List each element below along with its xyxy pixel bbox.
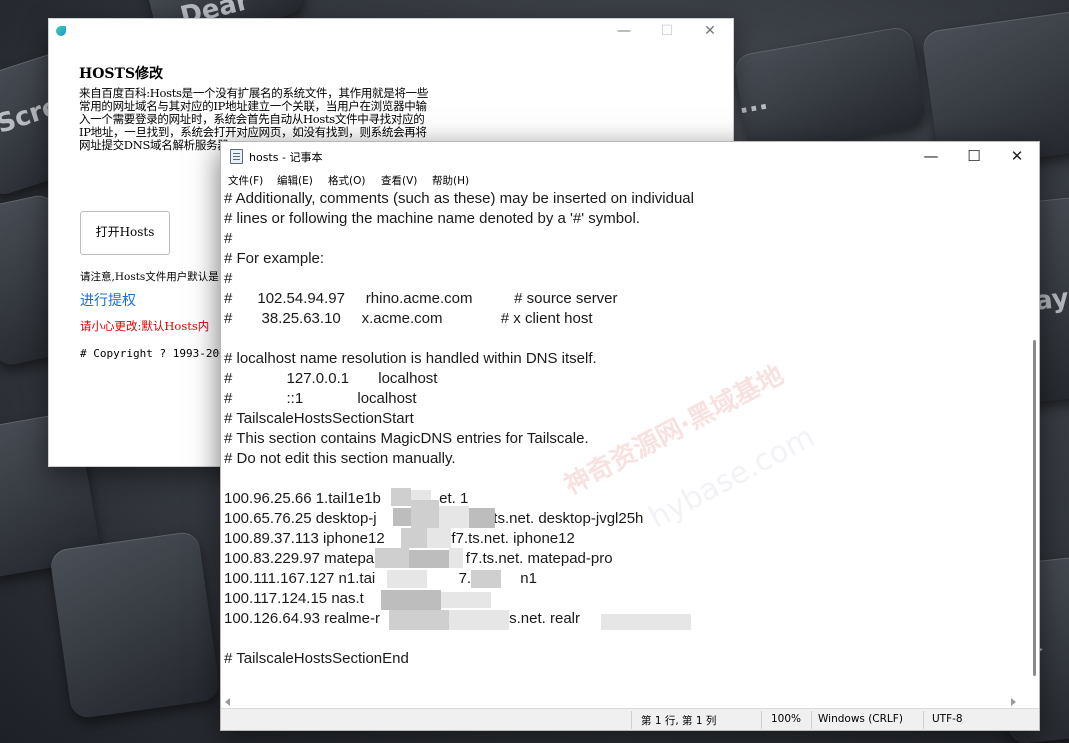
- status-separator: [811, 711, 812, 729]
- text-line: #: [224, 230, 233, 247]
- redaction-mosaic: [601, 614, 691, 630]
- app-logo-icon: [56, 26, 66, 36]
- text-line: # lines or following the machine name de…: [224, 210, 640, 227]
- watermark-text: 神奇资源网·黑域基地: [559, 360, 789, 502]
- scroll-thumb[interactable]: [1033, 340, 1036, 676]
- redaction-mosaic: [427, 528, 451, 548]
- text-line: # 102.54.94.97 rhino.acme.com # source s…: [224, 290, 618, 307]
- redaction-mosaic: [471, 570, 501, 588]
- text-line: # This section contains MagicDNS entries…: [224, 430, 589, 447]
- zoom-level: 100%: [771, 713, 802, 725]
- line-ending: Windows (CRLF): [818, 713, 903, 725]
- scroll-right-icon[interactable]: [1011, 698, 1016, 706]
- menu-view[interactable]: 查看(V): [381, 173, 417, 188]
- warning-text: 请小心更改:默认Hosts内: [80, 319, 210, 333]
- redaction-mosaic: [449, 548, 463, 568]
- text-line: # Additionally, comments (such as these)…: [224, 190, 694, 207]
- notepad-icon: [230, 149, 243, 164]
- app-titlebar[interactable]: — ☐ ✕: [49, 19, 733, 43]
- elevate-permission-link[interactable]: 进行提权: [80, 290, 136, 310]
- key-label: ...: [735, 85, 771, 121]
- text-line: # TailscaleHostsSectionEnd: [224, 650, 409, 667]
- text-line: # ::1 localhost: [224, 390, 417, 407]
- text-line: 100.89.37.113 iphone12 pf7.ts.net. iphon…: [224, 530, 575, 547]
- menu-help[interactable]: 帮助(H): [432, 173, 469, 188]
- redaction-mosaic: [387, 570, 427, 588]
- scroll-left-icon[interactable]: [225, 698, 230, 706]
- minimize-button[interactable]: —: [909, 144, 953, 168]
- status-separator: [631, 711, 632, 729]
- status-bar: 第 1 行, 第 1 列 100% Windows (CRLF) UTF-8: [221, 708, 1039, 730]
- notepad-title: hosts - 记事本: [249, 151, 323, 164]
- permission-notice: 请注意,Hosts文件用户默认是: [80, 271, 219, 283]
- redaction-mosaic: [439, 506, 469, 528]
- menu-format[interactable]: 格式(O): [328, 173, 365, 188]
- text-line: # 38.25.63.10 x.acme.com # x client host: [224, 310, 593, 327]
- maximize-button[interactable]: ☐: [952, 144, 996, 168]
- text-line: # localhost name resolution is handled w…: [224, 350, 597, 367]
- status-separator: [923, 711, 924, 729]
- redaction-mosaic: [393, 508, 411, 526]
- watermark-text: hybase.com: [643, 419, 821, 536]
- redaction-mosaic: [375, 548, 409, 568]
- redaction-mosaic: [409, 550, 449, 568]
- keyboard-key: [48, 530, 222, 720]
- text-editor-area[interactable]: # Additionally, comments (such as these)…: [221, 190, 1027, 696]
- text-line: # TailscaleHostsSectionStart: [224, 410, 414, 427]
- redaction-mosaic: [381, 590, 441, 610]
- redaction-mosaic: [411, 500, 439, 528]
- redaction-mosaic: [401, 528, 427, 548]
- notepad-titlebar[interactable]: hosts - 记事本 — ☐ ✕: [221, 142, 1039, 170]
- vertical-scrollbar[interactable]: [1027, 190, 1039, 696]
- notepad-window: hosts - 记事本 — ☐ ✕ 文件(F) 编辑(E) 格式(O) 查看(V…: [220, 141, 1040, 731]
- encoding: UTF-8: [932, 713, 963, 725]
- close-button[interactable]: ✕: [695, 21, 725, 41]
- status-separator: [761, 711, 762, 729]
- copyright-text: # Copyright ? 1993-200: [80, 347, 226, 360]
- redaction-mosaic: [449, 610, 509, 630]
- text-line: #: [224, 270, 233, 287]
- text-line: # For example:: [224, 250, 325, 267]
- redaction-mosaic: [389, 610, 449, 630]
- redaction-mosaic: [441, 592, 491, 608]
- menu-file[interactable]: 文件(F): [228, 173, 263, 188]
- menu-edit[interactable]: 编辑(E): [277, 173, 313, 188]
- app-title: HOSTS修改: [79, 66, 164, 82]
- close-button[interactable]: ✕: [995, 144, 1039, 168]
- maximize-button[interactable]: ☐: [652, 21, 682, 41]
- horizontal-scrollbar[interactable]: [221, 696, 1027, 708]
- text-line: # 127.0.0.1 localhost: [224, 370, 438, 387]
- open-hosts-button[interactable]: 打开Hosts: [80, 211, 170, 255]
- cursor-position: 第 1 行, 第 1 列: [641, 715, 717, 727]
- menu-bar: 文件(F) 编辑(E) 格式(O) 查看(V) 帮助(H): [221, 170, 1039, 190]
- minimize-button[interactable]: —: [609, 21, 639, 41]
- redaction-mosaic: [469, 508, 495, 528]
- redaction-mosaic: [391, 488, 411, 506]
- text-line: 100.117.124.15 nas.t: [224, 590, 364, 607]
- text-line: # Do not edit this section manually.: [224, 450, 456, 467]
